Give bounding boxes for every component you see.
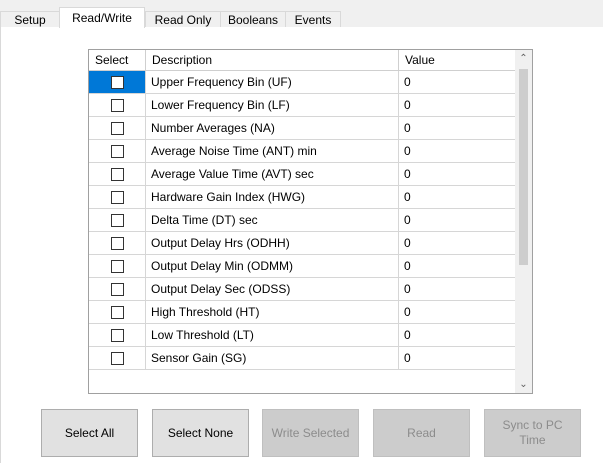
description-cell: Delta Time (DT) sec [146, 209, 399, 231]
description-cell: Output Delay Hrs (ODHH) [146, 232, 399, 254]
value-cell[interactable]: 0 [399, 140, 516, 162]
tab-events[interactable]: Events [285, 11, 341, 27]
row-checkbox[interactable] [110, 305, 124, 319]
value-cell[interactable]: 0 [399, 324, 516, 346]
value-cell[interactable]: 0 [399, 301, 516, 323]
table-row[interactable]: Delta Time (DT) sec 0 [89, 209, 516, 232]
row-checkbox[interactable] [110, 144, 124, 158]
description-cell: Low Threshold (LT) [146, 324, 399, 346]
table-row[interactable]: Output Delay Min (ODMM) 0 [89, 255, 516, 278]
table-row[interactable]: Hardware Gain Index (HWG) 0 [89, 186, 516, 209]
select-cell[interactable] [89, 94, 146, 116]
row-checkbox[interactable] [110, 236, 124, 250]
table-row[interactable]: High Threshold (HT) 0 [89, 301, 516, 324]
select-cell[interactable] [89, 278, 146, 300]
select-cell[interactable] [89, 117, 146, 139]
row-checkbox[interactable] [110, 351, 124, 365]
row-checkbox[interactable] [110, 213, 124, 227]
value-cell[interactable]: 0 [399, 94, 516, 116]
row-checkbox[interactable] [110, 167, 124, 181]
description-cell: Output Delay Sec (ODSS) [146, 278, 399, 300]
tab-read-write[interactable]: Read/Write [59, 7, 145, 28]
value-cell[interactable]: 0 [399, 163, 516, 185]
parameters-grid[interactable]: Select Description Value Upper Frequency… [88, 49, 533, 394]
description-cell: Upper Frequency Bin (UF) [146, 71, 399, 93]
row-checkbox[interactable] [110, 98, 124, 112]
table-row[interactable]: Low Threshold (LT) 0 [89, 324, 516, 347]
grid-header: Select Description Value [89, 50, 516, 71]
select-cell[interactable] [89, 186, 146, 208]
table-row[interactable]: Average Value Time (AVT) sec 0 [89, 163, 516, 186]
value-cell[interactable]: 0 [399, 186, 516, 208]
write-selected-button[interactable]: Write Selected [262, 409, 359, 457]
table-row[interactable]: Output Delay Hrs (ODHH) 0 [89, 232, 516, 255]
select-cell[interactable] [89, 324, 146, 346]
description-cell: Lower Frequency Bin (LF) [146, 94, 399, 116]
row-checkbox[interactable] [110, 259, 124, 273]
select-cell[interactable] [89, 163, 146, 185]
column-header-description[interactable]: Description [146, 50, 399, 70]
description-cell: Average Noise Time (ANT) min [146, 140, 399, 162]
description-cell: High Threshold (HT) [146, 301, 399, 323]
table-row[interactable]: Number Averages (NA) 0 [89, 117, 516, 140]
tab-setup[interactable]: Setup [0, 11, 60, 27]
select-all-button[interactable]: Select All [41, 409, 138, 457]
value-cell[interactable]: 0 [399, 255, 516, 277]
select-cell[interactable] [89, 347, 146, 369]
row-checkbox[interactable] [110, 75, 124, 89]
table-row[interactable]: Sensor Gain (SG) 0 [89, 347, 516, 370]
chevron-up-icon[interactable]: ⌃ [515, 50, 532, 67]
table-row[interactable]: Upper Frequency Bin (UF) 0 [89, 71, 516, 94]
value-cell[interactable]: 0 [399, 347, 516, 369]
sync-to-pc-time-button[interactable]: Sync to PC Time [484, 409, 581, 457]
description-cell: Number Averages (NA) [146, 117, 399, 139]
select-cell[interactable] [89, 209, 146, 231]
tab-strip: Setup Read/Write Read Only Booleans Even… [0, 0, 603, 28]
description-cell: Output Delay Min (ODMM) [146, 255, 399, 277]
value-cell[interactable]: 0 [399, 278, 516, 300]
description-cell: Hardware Gain Index (HWG) [146, 186, 399, 208]
chevron-down-icon[interactable]: ⌄ [515, 376, 532, 393]
tab-read-only[interactable]: Read Only [145, 11, 221, 27]
description-cell: Average Value Time (AVT) sec [146, 163, 399, 185]
table-row[interactable]: Output Delay Sec (ODSS) 0 [89, 278, 516, 301]
value-cell[interactable]: 0 [399, 117, 516, 139]
select-cell[interactable] [89, 140, 146, 162]
select-none-button[interactable]: Select None [152, 409, 249, 457]
description-cell: Sensor Gain (SG) [146, 347, 399, 369]
tab-booleans[interactable]: Booleans [220, 11, 286, 27]
value-cell[interactable]: 0 [399, 71, 516, 93]
select-cell[interactable] [89, 255, 146, 277]
select-cell[interactable] [89, 301, 146, 323]
column-header-select[interactable]: Select [89, 50, 146, 70]
row-checkbox[interactable] [110, 190, 124, 204]
value-cell[interactable]: 0 [399, 232, 516, 254]
row-checkbox[interactable] [110, 121, 124, 135]
row-checkbox[interactable] [110, 328, 124, 342]
scrollbar-thumb[interactable] [519, 69, 528, 265]
vertical-scrollbar[interactable]: ⌃ ⌄ [515, 50, 532, 393]
select-cell[interactable] [89, 71, 146, 93]
table-row[interactable]: Lower Frequency Bin (LF) 0 [89, 94, 516, 117]
read-button[interactable]: Read [373, 409, 470, 457]
row-checkbox[interactable] [110, 282, 124, 296]
table-row[interactable]: Average Noise Time (ANT) min 0 [89, 140, 516, 163]
value-cell[interactable]: 0 [399, 209, 516, 231]
column-header-value[interactable]: Value [399, 50, 516, 70]
select-cell[interactable] [89, 232, 146, 254]
